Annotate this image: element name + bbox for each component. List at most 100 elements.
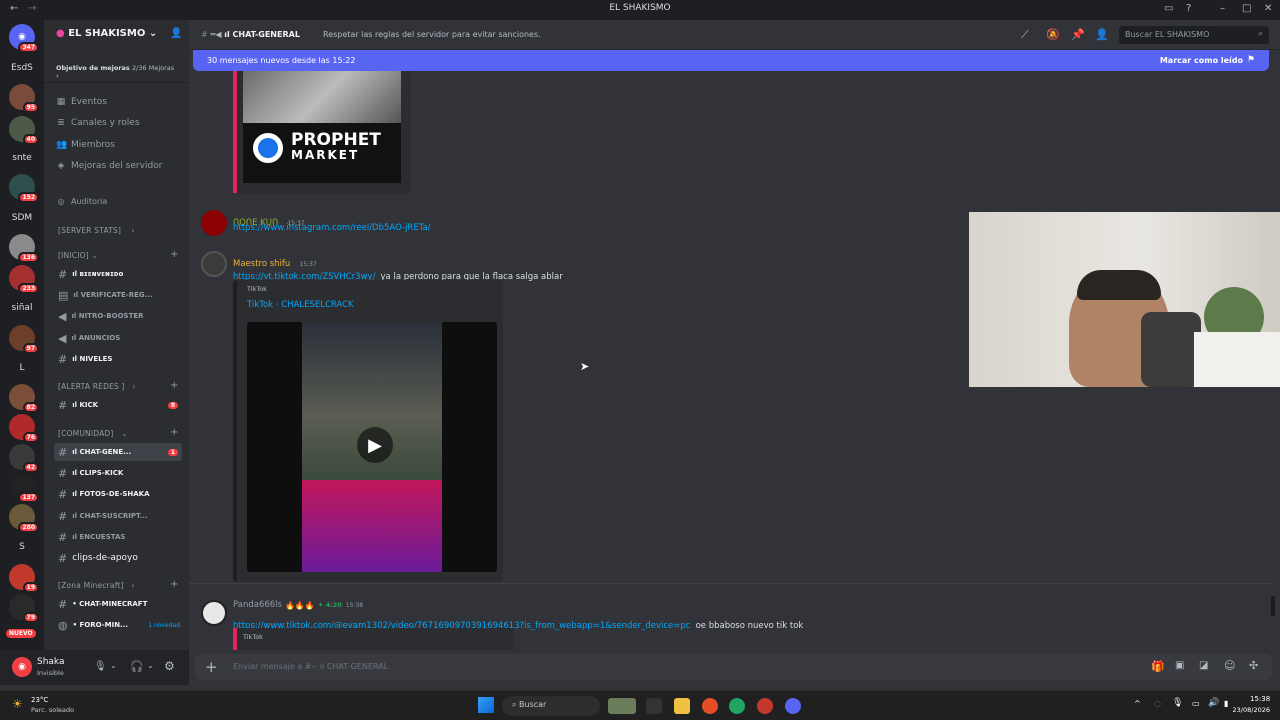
category-zona-minecraft[interactable]: [Zona Minecraft] › bbox=[58, 581, 135, 590]
threads-icon[interactable]: ⟋ bbox=[1021, 28, 1029, 42]
gif-icon[interactable]: ▣ bbox=[1175, 660, 1184, 671]
network-icon[interactable]: ▭ bbox=[1192, 699, 1200, 708]
server-icon[interactable]: 76 bbox=[9, 414, 39, 443]
embed-image[interactable]: PROPHET MARKET bbox=[243, 71, 401, 183]
microphone-icon[interactable]: 🎙 bbox=[1172, 698, 1183, 708]
volume-icon[interactable]: 🔊 bbox=[1208, 698, 1219, 708]
category-server-stats[interactable]: [SERVER STATS] › bbox=[58, 226, 135, 235]
channel-nitro[interactable]: ◀ ıl NITRO-BOOSTER bbox=[54, 307, 182, 325]
help-icon[interactable]: ? bbox=[1186, 3, 1191, 14]
notification-bell-icon[interactable]: 🔕 bbox=[1046, 28, 1060, 41]
server-icon[interactable]: 19 bbox=[9, 564, 39, 593]
weather-icon[interactable]: ☀ bbox=[12, 697, 23, 711]
minimize-icon[interactable]: – bbox=[1220, 3, 1225, 14]
add-channel-icon[interactable]: + bbox=[170, 579, 178, 590]
taskbar-search[interactable]: ⌕ Buscar bbox=[502, 696, 600, 716]
inbox-icon[interactable]: ▭ bbox=[1164, 3, 1173, 14]
channel-chat-minecraft[interactable]: # • CHAT-MINECRAFT bbox=[54, 595, 182, 613]
sidebar-item-miembros[interactable]: 👥 Miembros bbox=[56, 140, 115, 150]
discord-taskbar-icon[interactable] bbox=[785, 698, 801, 714]
server-name-header[interactable]: ● EL SHAKISMO ⌄ bbox=[56, 28, 157, 39]
avatar[interactable] bbox=[201, 210, 227, 236]
server-icon[interactable]: 152 bbox=[9, 174, 39, 203]
message-link[interactable]: https://www.instagram.com/reel/Db5AO-jRE… bbox=[233, 223, 431, 233]
server-icon[interactable]: 79 bbox=[9, 594, 39, 623]
server-icon[interactable]: snte bbox=[9, 145, 35, 171]
avatar[interactable] bbox=[201, 600, 227, 626]
avatar[interactable]: ◉ bbox=[12, 657, 32, 677]
server-icon[interactable]: 233 bbox=[9, 265, 39, 294]
server-icon[interactable]: 97 bbox=[9, 325, 39, 354]
server-icon[interactable]: L bbox=[9, 355, 35, 381]
apps-icon[interactable]: ✣ bbox=[1249, 659, 1258, 672]
microphone-icon[interactable]: 🎙 bbox=[94, 661, 107, 672]
discord-home-icon[interactable]: ◉ 347 bbox=[9, 24, 39, 53]
server-icon[interactable]: 137 bbox=[9, 474, 39, 503]
avatar[interactable] bbox=[201, 251, 227, 277]
server-icon[interactable]: 82 bbox=[9, 384, 39, 413]
tray-icon[interactable]: ◌ bbox=[1154, 699, 1161, 708]
chevron-down-icon[interactable]: ⌄ bbox=[110, 661, 117, 670]
server-icon[interactable]: EsdS bbox=[9, 55, 35, 81]
clock-date[interactable]: 23/08/2026 bbox=[1228, 706, 1270, 714]
chrome-icon[interactable] bbox=[702, 698, 718, 714]
attach-plus-icon[interactable]: + bbox=[205, 658, 218, 676]
app-icon[interactable] bbox=[757, 698, 773, 714]
channel-encuestas[interactable]: # ıl ENCUESTAS bbox=[54, 528, 182, 546]
play-icon[interactable]: ▶ bbox=[357, 427, 393, 463]
windows-start-icon[interactable] bbox=[478, 697, 494, 713]
sidebar-item-mejoras[interactable]: ◈ Mejoras del servidor bbox=[56, 161, 163, 171]
category-comunidad[interactable]: [COMUNIDAD] ⌄ bbox=[58, 429, 128, 438]
close-icon[interactable]: ✕ bbox=[1264, 3, 1272, 14]
edge-icon[interactable] bbox=[729, 698, 745, 714]
channel-clips-de-apoyo[interactable]: # clips-de-apoyo bbox=[54, 549, 182, 567]
new-messages-banner[interactable]: 30 mensajes nuevos desde las 15:22 Marca… bbox=[193, 50, 1269, 71]
category-alerta-redes[interactable]: [ALERTA REDES ] › bbox=[58, 382, 136, 391]
author-name[interactable]: Panda666ls bbox=[233, 600, 282, 610]
boost-goal[interactable]: Objetivo de mejoras 2/36 Mejoras › bbox=[50, 60, 183, 80]
sidebar-item-auditoria[interactable]: ◎ Auditoria bbox=[56, 197, 108, 206]
server-icon[interactable]: 40 bbox=[9, 116, 39, 145]
channel-bienvenido[interactable]: # ıl ʙɪᴇɴᴠᴇɴɪᴅᴏ bbox=[54, 265, 182, 283]
emoji-icon[interactable]: ☺ bbox=[1224, 659, 1235, 672]
channel-niveles[interactable]: # ıl NIVELES bbox=[54, 350, 182, 368]
file-explorer-icon[interactable] bbox=[674, 698, 690, 714]
channel-fotos[interactable]: # ıl FOTOS-DE-SHAKA bbox=[54, 485, 182, 503]
task-view-icon[interactable] bbox=[646, 698, 662, 714]
channel-foro-minecraft[interactable]: ◍ • FORO-MIN... 1 novedad bbox=[54, 616, 182, 634]
clock-time[interactable]: 15:38 bbox=[1250, 695, 1270, 703]
channel-clips-kick[interactable]: # ıl CLIPS-KICK bbox=[54, 464, 182, 482]
widgets-icon[interactable] bbox=[608, 698, 636, 714]
server-icon[interactable]: 136 bbox=[9, 234, 39, 263]
channel-kick[interactable]: # ıl KICK 8 bbox=[54, 396, 182, 414]
add-channel-icon[interactable]: + bbox=[170, 427, 178, 438]
sidebar-item-eventos[interactable]: ▦ Eventos bbox=[56, 97, 107, 107]
add-channel-icon[interactable]: + bbox=[170, 380, 178, 391]
invite-people-icon[interactable]: 👤 bbox=[170, 28, 182, 39]
embed-title[interactable]: TikTok · CHALESELCRACK bbox=[247, 300, 354, 310]
server-icon[interactable]: S bbox=[9, 534, 35, 560]
add-channel-icon[interactable]: + bbox=[170, 249, 178, 260]
video-thumbnail[interactable]: ▶ bbox=[247, 322, 497, 572]
channel-chat-general[interactable]: # ıl CHAT-GENE... 1 bbox=[54, 443, 182, 461]
pin-icon[interactable]: 📌 bbox=[1071, 28, 1085, 41]
search-input[interactable]: Buscar EL SHAKISMO ⌕ bbox=[1119, 26, 1269, 44]
mark-as-read-button[interactable]: Marcar como leído bbox=[1160, 56, 1243, 65]
server-icon[interactable]: SDM bbox=[9, 205, 35, 231]
sidebar-item-canales[interactable]: ≣ Canales y roles bbox=[56, 118, 139, 128]
channel-verificate[interactable]: ▤ ıl VERIFICATE-REG... bbox=[54, 286, 182, 304]
scrollbar-thumb[interactable] bbox=[1271, 596, 1275, 616]
server-icon[interactable]: 95 bbox=[9, 84, 39, 113]
chevron-down-icon[interactable]: ⌄ bbox=[147, 661, 154, 670]
server-icon[interactable]: 280 bbox=[9, 504, 39, 533]
chevron-up-icon[interactable]: ^ bbox=[1134, 699, 1141, 708]
message-input[interactable]: Enviar mensaje a #-- ıl CHAT-GENERAL bbox=[233, 662, 388, 671]
channel-chat-suscript[interactable]: # ıl CHAT-SUSCRIPT... bbox=[54, 507, 182, 525]
server-icon[interactable]: siñal bbox=[9, 295, 35, 321]
settings-gear-icon[interactable]: ⚙ bbox=[164, 659, 175, 673]
headphones-icon[interactable]: 🎧 bbox=[130, 660, 144, 673]
username[interactable]: Shaka bbox=[37, 657, 65, 667]
server-icon[interactable]: 42 bbox=[9, 444, 39, 473]
category-inicio[interactable]: [INICIO] ⌄ bbox=[58, 251, 98, 260]
maximize-icon[interactable]: □ bbox=[1242, 3, 1251, 14]
